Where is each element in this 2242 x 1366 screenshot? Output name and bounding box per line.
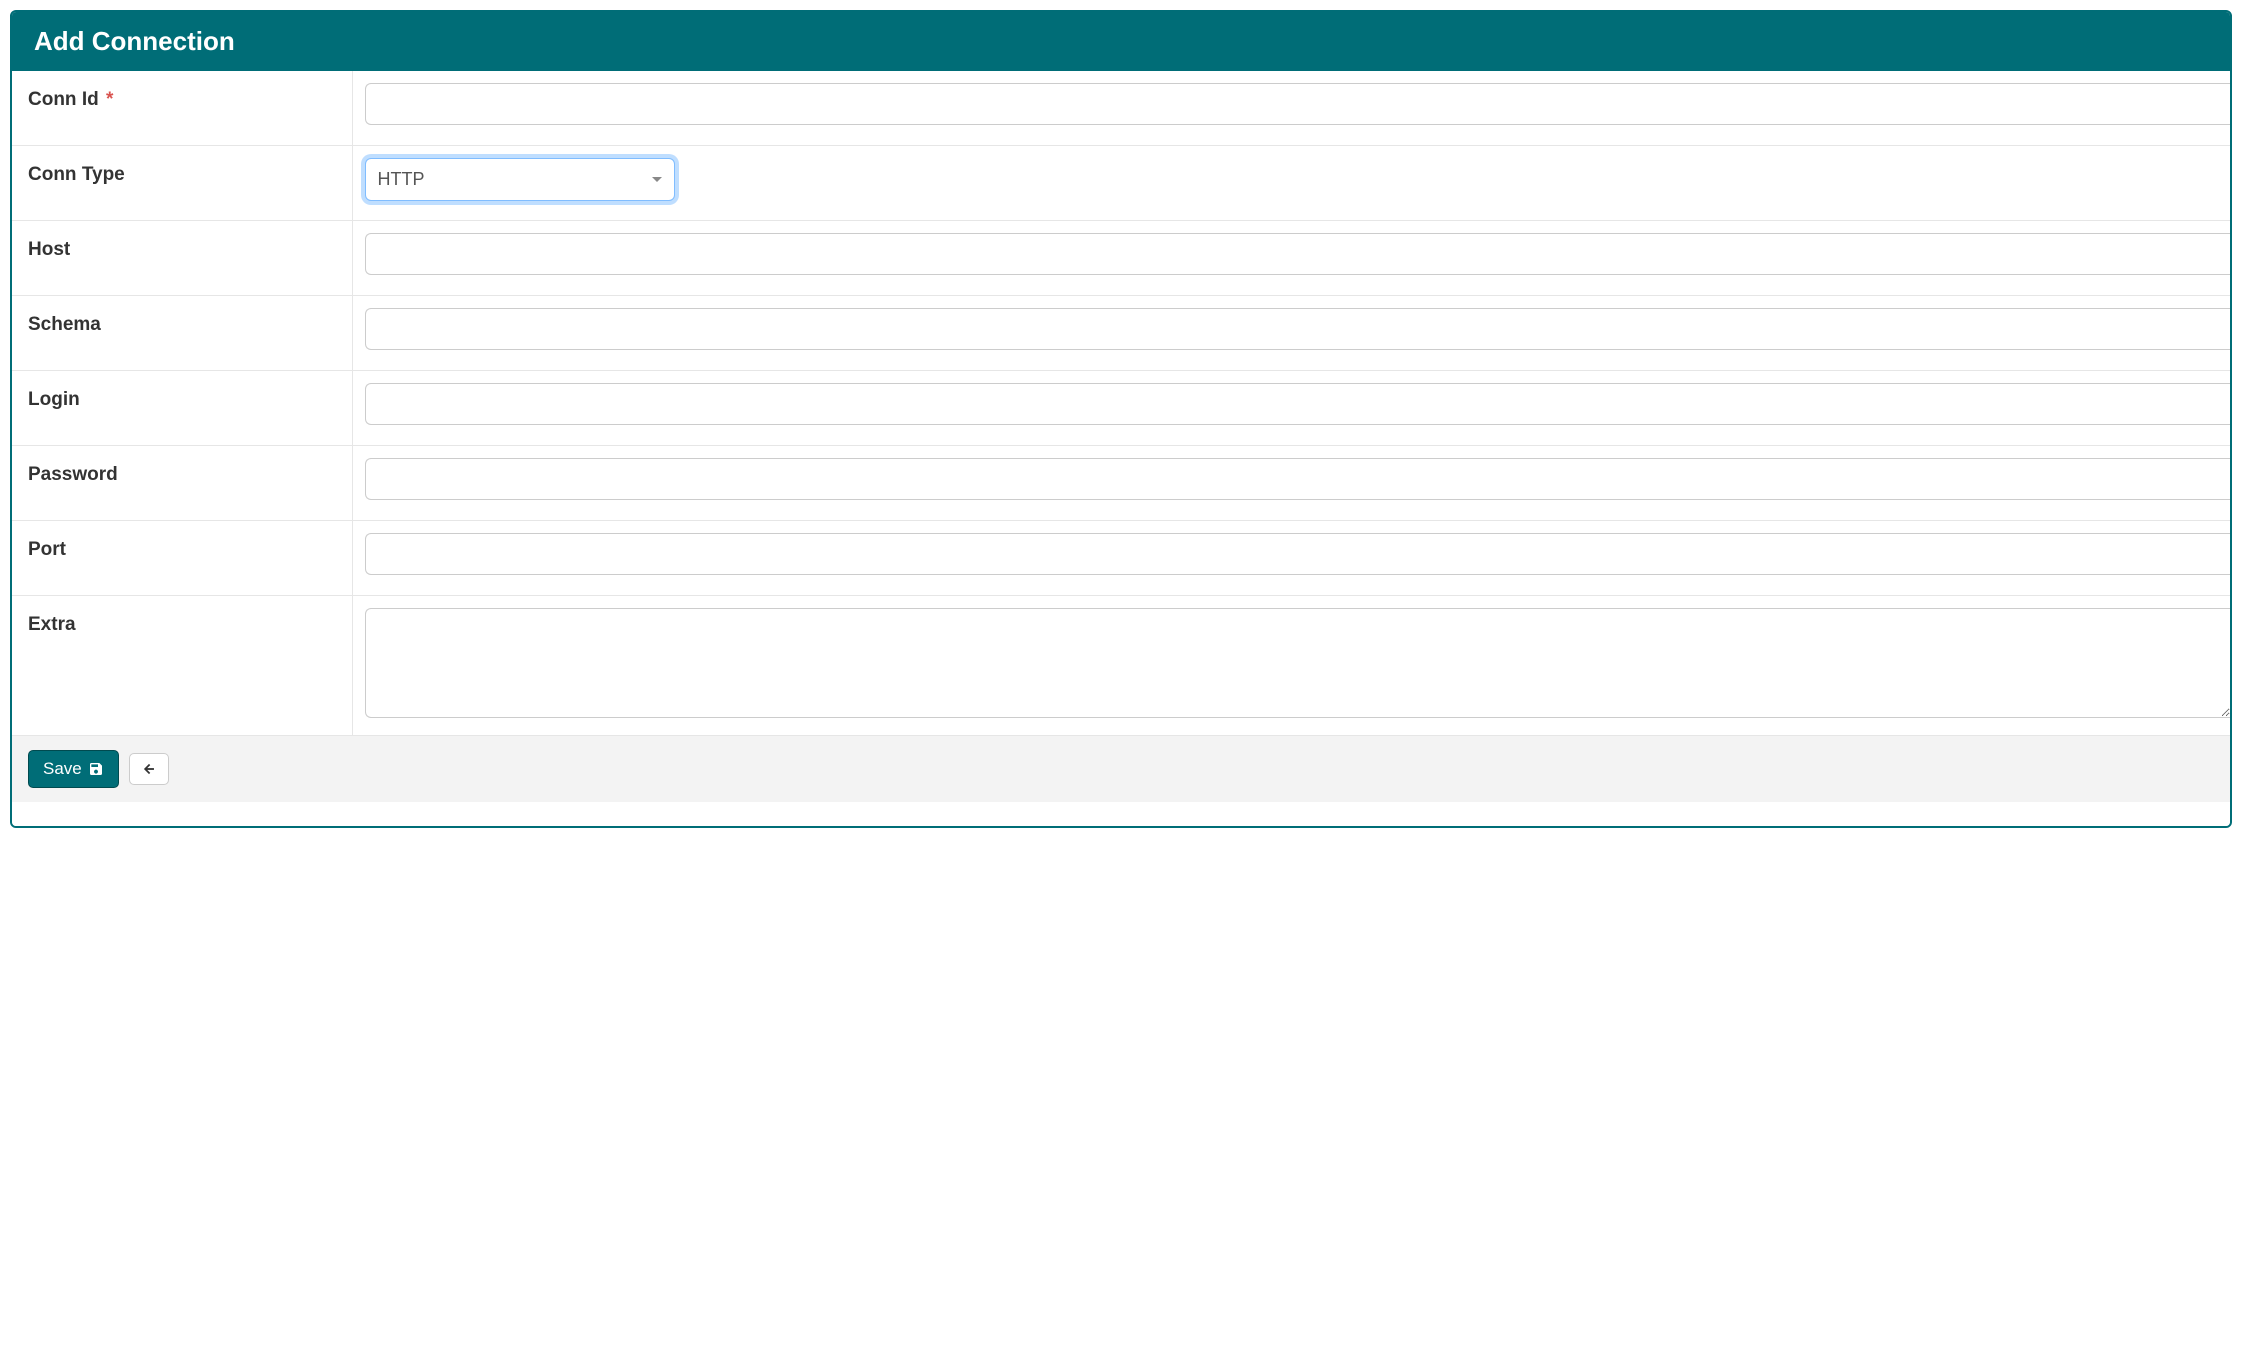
label-host: Host	[12, 221, 352, 296]
row-extra: Extra	[12, 596, 2230, 736]
row-login: Login	[12, 371, 2230, 446]
label-conn-id: Conn Id *	[12, 71, 352, 146]
label-extra: Extra	[12, 596, 352, 736]
cell-password-input	[352, 446, 2230, 521]
conn-type-selected-text: HTTP	[378, 169, 425, 190]
panel-footer: Save	[12, 735, 2230, 802]
arrow-left-icon	[142, 762, 156, 776]
label-password: Password	[12, 446, 352, 521]
host-input[interactable]	[365, 233, 2231, 275]
save-icon	[88, 761, 104, 777]
save-button-label: Save	[43, 759, 82, 779]
conn-type-select[interactable]: HTTP	[365, 158, 675, 201]
cell-conn-type-input: HTTP	[352, 146, 2230, 221]
panel-title: Add Connection	[12, 12, 2230, 71]
row-password: Password	[12, 446, 2230, 521]
cell-conn-id-input	[352, 71, 2230, 146]
row-conn-type: Conn Type HTTP	[12, 146, 2230, 221]
footer-spacer	[12, 802, 2230, 826]
label-port: Port	[12, 521, 352, 596]
extra-textarea[interactable]	[365, 608, 2231, 718]
row-host: Host	[12, 221, 2230, 296]
row-conn-id: Conn Id *	[12, 71, 2230, 146]
schema-input[interactable]	[365, 308, 2231, 350]
label-login: Login	[12, 371, 352, 446]
cell-host-input	[352, 221, 2230, 296]
cell-login-input	[352, 371, 2230, 446]
chevron-down-icon	[652, 177, 662, 182]
login-input[interactable]	[365, 383, 2231, 425]
password-input[interactable]	[365, 458, 2231, 500]
port-input[interactable]	[365, 533, 2231, 575]
cell-schema-input	[352, 296, 2230, 371]
cell-extra-input	[352, 596, 2230, 736]
row-port: Port	[12, 521, 2230, 596]
required-indicator: *	[106, 89, 113, 110]
save-button[interactable]: Save	[28, 750, 119, 788]
row-schema: Schema	[12, 296, 2230, 371]
add-connection-panel: Add Connection Conn Id * Conn Type HTTP …	[10, 10, 2232, 828]
label-schema: Schema	[12, 296, 352, 371]
label-conn-id-text: Conn Id	[28, 89, 99, 110]
conn-id-input[interactable]	[365, 83, 2231, 125]
cell-port-input	[352, 521, 2230, 596]
label-conn-type: Conn Type	[12, 146, 352, 221]
back-button[interactable]	[129, 753, 169, 785]
form-table: Conn Id * Conn Type HTTP Host Schem	[12, 71, 2230, 735]
